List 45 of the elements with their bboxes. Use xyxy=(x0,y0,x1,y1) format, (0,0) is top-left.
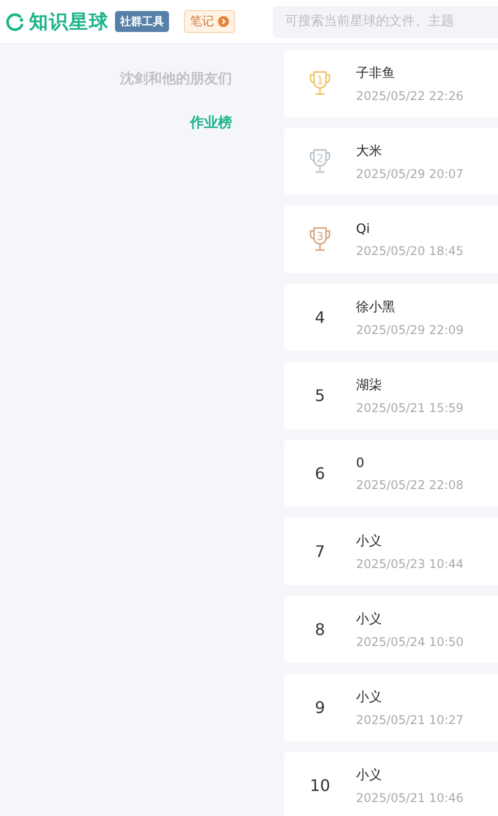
submit-time: 2025/05/21 15:59 xyxy=(356,401,464,415)
member-name: 湖柒 xyxy=(356,377,383,394)
submit-time: 2025/05/23 10:44 xyxy=(356,557,464,571)
logo-text: 知识星球 xyxy=(29,10,109,34)
member-name: 徐小黑 xyxy=(356,299,396,316)
rank-number: 4 xyxy=(314,308,326,327)
submit-time: 2025/05/20 18:45 xyxy=(356,244,464,258)
rank-number: 7 xyxy=(314,542,326,561)
ranking-card[interactable]: 5 湖柒 2025/05/21 15:59 xyxy=(284,362,498,429)
member-name: Qi xyxy=(356,222,371,236)
ranking-card[interactable]: 10 小义 2025/05/21 10:46 xyxy=(284,752,498,816)
member-name: 小义 xyxy=(356,533,383,550)
submit-time: 2025/05/29 20:07 xyxy=(356,167,464,181)
rank-number: 2 xyxy=(316,152,324,164)
member-name: 小义 xyxy=(356,689,383,706)
submit-time: 2025/05/21 10:46 xyxy=(356,791,464,805)
submit-time: 2025/05/29 22:09 xyxy=(356,323,464,337)
member-name: 子非鱼 xyxy=(356,65,396,82)
ranking-card[interactable]: 4 徐小黑 2025/05/29 22:09 xyxy=(284,284,498,351)
ranking-card[interactable]: 2 大米 2025/05/29 20:07 xyxy=(284,128,498,195)
rank-number: 5 xyxy=(314,386,326,405)
logo-icon xyxy=(5,12,25,32)
submit-time: 2025/05/24 10:50 xyxy=(356,635,464,649)
member-name: 小义 xyxy=(356,767,383,784)
tool-tag[interactable]: 社群工具 xyxy=(115,11,169,32)
ranking-card[interactable]: 6 0 2025/05/22 22:08 xyxy=(284,440,498,507)
submit-time: 2025/05/22 22:08 xyxy=(356,478,464,492)
member-name: 大米 xyxy=(356,143,383,160)
rank-number: 1 xyxy=(316,74,324,86)
ranking-card[interactable]: 8 小义 2025/05/24 10:50 xyxy=(284,596,498,663)
member-name: 0 xyxy=(356,456,366,470)
search-field[interactable]: 可搜索当前星球的文件、主题 xyxy=(273,6,498,38)
submit-time: 2025/05/22 22:26 xyxy=(356,89,464,103)
rank-number: 6 xyxy=(314,464,326,483)
rank-number: 9 xyxy=(314,698,326,717)
chevron-icon xyxy=(218,16,229,27)
ranking-card[interactable]: 7 小义 2025/05/23 10:44 xyxy=(284,518,498,585)
submit-time: 2025/05/21 10:27 xyxy=(356,713,464,727)
rank-number: 10 xyxy=(310,776,330,795)
ranking-card[interactable]: 1 子非鱼 2025/05/22 22:26 xyxy=(284,50,498,117)
ranking-card[interactable]: 9 小义 2025/05/21 10:27 xyxy=(284,674,498,741)
member-name: 小义 xyxy=(356,611,383,628)
rank-number: 3 xyxy=(316,230,324,242)
rank-number: 8 xyxy=(314,620,326,639)
ranking-card[interactable]: 3 Qi 2025/05/20 18:45 xyxy=(284,206,498,273)
